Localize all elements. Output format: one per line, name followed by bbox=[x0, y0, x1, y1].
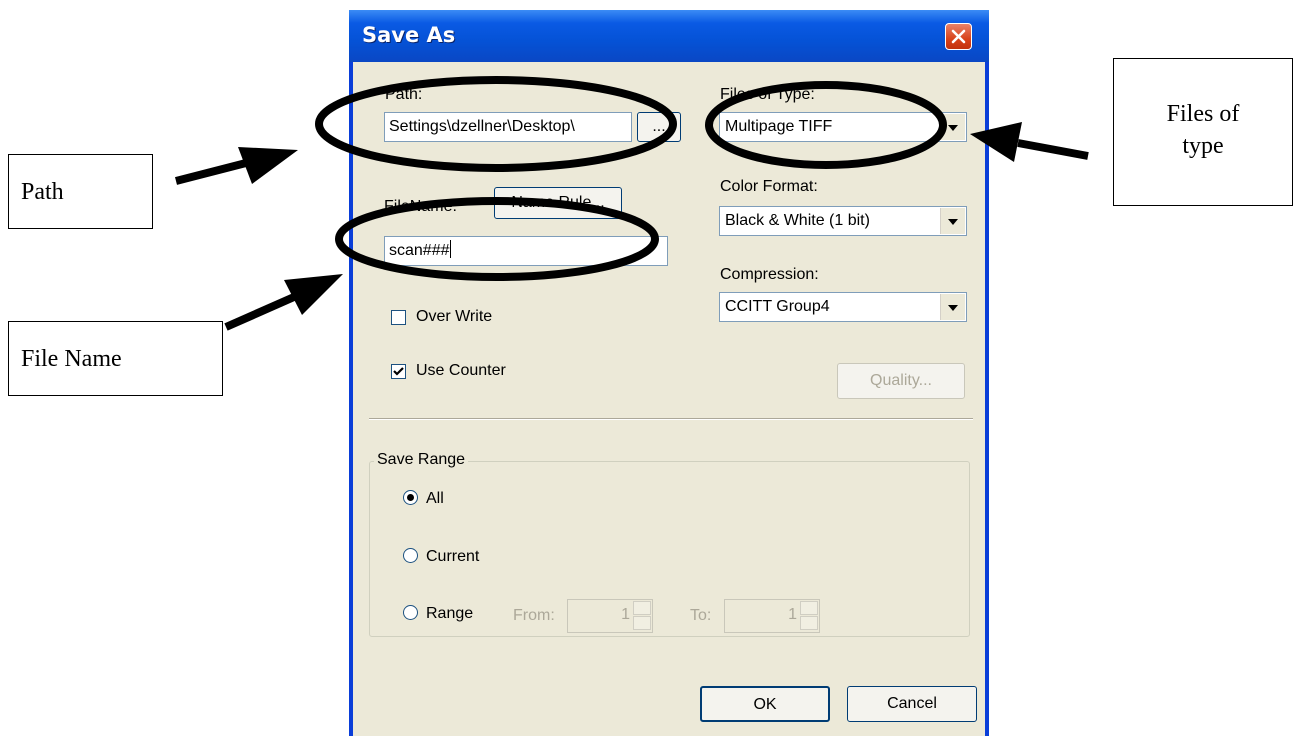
filename-value: scan### bbox=[389, 242, 450, 259]
spin-down-icon[interactable] bbox=[633, 616, 651, 630]
close-button[interactable] bbox=[945, 23, 972, 50]
spin-up-icon[interactable] bbox=[800, 601, 818, 615]
from-label: From: bbox=[513, 607, 555, 624]
chevron-down-icon[interactable] bbox=[940, 114, 965, 140]
dialog-title: Save As bbox=[362, 23, 456, 47]
chevron-down-icon[interactable] bbox=[940, 294, 965, 320]
from-spinner[interactable]: 1 bbox=[567, 599, 653, 633]
radio-range[interactable] bbox=[403, 605, 418, 620]
ok-button[interactable]: OK bbox=[700, 686, 830, 722]
dialog-client-area: Path: Settings\dzellner\Desktop\ ... Fil… bbox=[353, 62, 985, 736]
save-range-label: Save Range bbox=[374, 451, 469, 469]
files-of-type-label: Files of Type: bbox=[720, 86, 815, 103]
callout-file-name-text: File Name bbox=[21, 346, 122, 372]
to-value: 1 bbox=[788, 606, 797, 623]
color-format-label: Color Format: bbox=[720, 178, 818, 195]
filename-label: FileName: bbox=[384, 198, 457, 215]
use-counter-label: Use Counter bbox=[416, 362, 506, 379]
chevron-down-icon[interactable] bbox=[940, 208, 965, 234]
files-of-type-value: Multipage TIFF bbox=[725, 118, 833, 135]
radio-all[interactable] bbox=[403, 490, 418, 505]
arrow-to-path bbox=[175, 147, 298, 185]
range-label: Range bbox=[426, 605, 474, 622]
radio-current[interactable] bbox=[403, 548, 418, 563]
path-label: Path: bbox=[385, 86, 423, 103]
compression-label: Compression: bbox=[720, 266, 819, 283]
spin-down-icon[interactable] bbox=[800, 616, 818, 630]
callout-path: Path bbox=[8, 154, 153, 229]
overwrite-checkbox[interactable] bbox=[391, 310, 406, 325]
compression-value: CCITT Group4 bbox=[725, 298, 830, 315]
title-bar[interactable]: Save As bbox=[349, 10, 989, 62]
callout-files-of-type: Files of type bbox=[1113, 58, 1293, 206]
close-icon bbox=[951, 29, 966, 44]
color-format-value: Black & White (1 bit) bbox=[725, 212, 870, 229]
path-field[interactable]: Settings\dzellner\Desktop\ bbox=[384, 112, 632, 142]
cancel-button[interactable]: Cancel bbox=[847, 686, 977, 722]
files-of-type-select[interactable]: Multipage TIFF bbox=[719, 112, 967, 142]
overwrite-label: Over Write bbox=[416, 308, 493, 325]
separator bbox=[369, 418, 973, 420]
color-format-select[interactable]: Black & White (1 bit) bbox=[719, 206, 967, 236]
use-counter-checkbox[interactable] bbox=[391, 364, 406, 379]
compression-select[interactable]: CCITT Group4 bbox=[719, 292, 967, 322]
current-label: Current bbox=[426, 548, 480, 565]
browse-button[interactable]: ... bbox=[637, 112, 681, 142]
from-value: 1 bbox=[621, 606, 630, 623]
all-label: All bbox=[426, 490, 444, 507]
spin-up-icon[interactable] bbox=[633, 601, 651, 615]
callout-files-of-type-line1: Files of bbox=[1166, 101, 1240, 127]
check-mark-icon bbox=[393, 367, 404, 376]
quality-button[interactable]: Quality... bbox=[837, 363, 965, 399]
filename-input[interactable]: scan### bbox=[384, 236, 668, 266]
save-as-dialog: Save As Path: Settings\dzellner\Desktop\… bbox=[349, 10, 989, 736]
callout-path-text: Path bbox=[21, 179, 64, 205]
text-cursor bbox=[449, 240, 451, 258]
to-label: To: bbox=[690, 607, 712, 624]
arrow-to-file-name bbox=[224, 274, 343, 331]
name-rule-button[interactable]: Name Rule... bbox=[494, 187, 622, 219]
callout-file-name: File Name bbox=[8, 321, 223, 396]
callout-files-of-type-line2: type bbox=[1182, 133, 1224, 159]
to-spinner[interactable]: 1 bbox=[724, 599, 820, 633]
